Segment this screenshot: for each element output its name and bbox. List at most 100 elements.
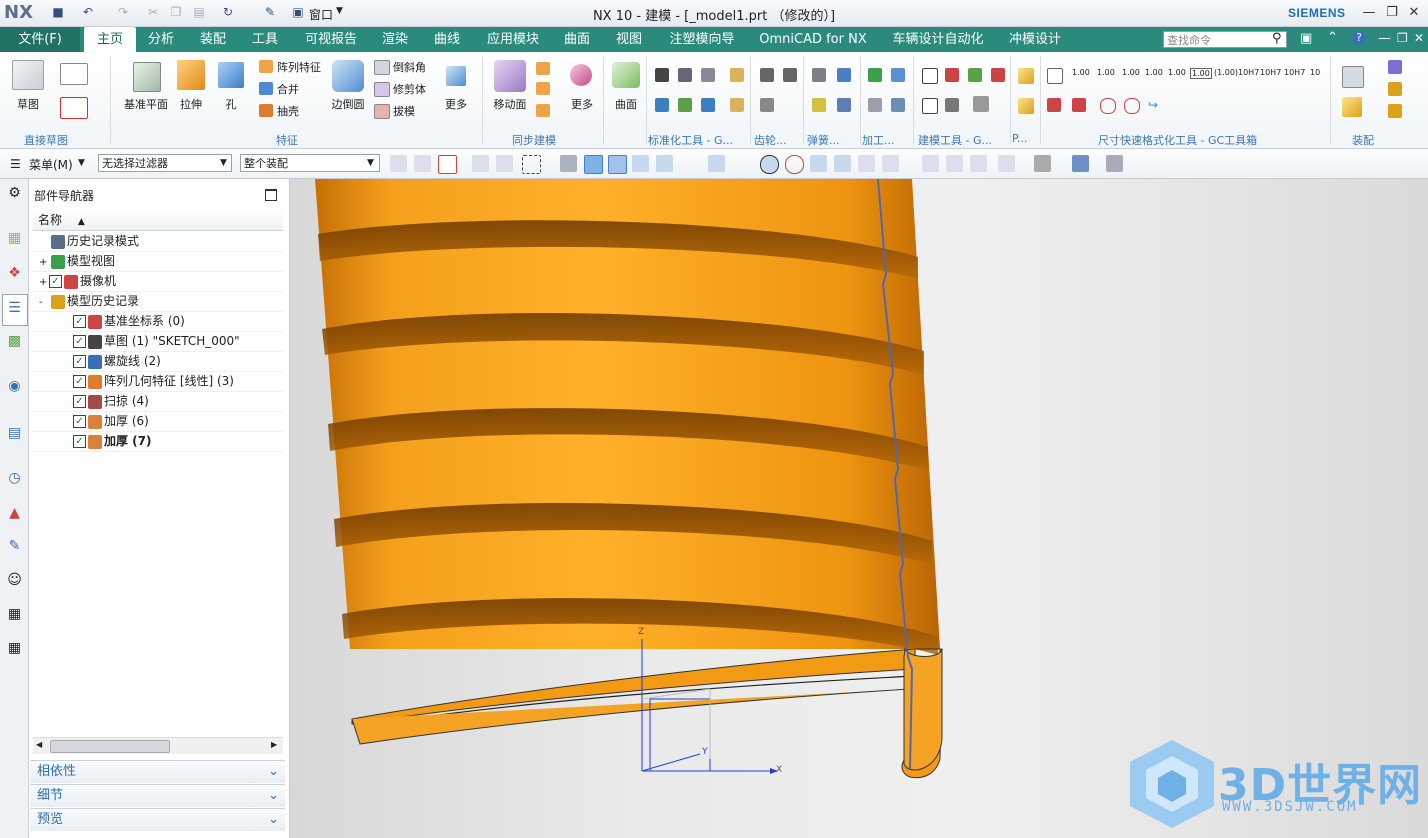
visibility-checkbox[interactable]: ✓ [73,375,86,388]
dim-format-icon[interactable] [1072,98,1086,112]
tree-row[interactable]: ✓ 阵列几何特征 [线性] (3) [33,371,283,392]
move-face-button[interactable]: 移动面 [490,96,530,112]
tab-applications[interactable]: 应用模块 [478,27,548,52]
sketch-button[interactable]: 草图 [8,96,48,112]
more-sync-button[interactable]: 更多 [566,96,598,112]
tab-home[interactable]: 主页 [84,27,136,52]
std-tool-icon[interactable] [678,68,692,82]
edge-blend-icon[interactable] [332,60,364,92]
assembly-tool-icon[interactable] [1388,104,1402,118]
dim-format-icon[interactable] [1047,98,1061,112]
gear-icon[interactable] [760,68,774,82]
spring-icon[interactable] [837,98,851,112]
snap-icon[interactable] [656,155,673,172]
select-tool-icon[interactable] [414,155,431,172]
rectangle-icon[interactable] [60,97,88,119]
scroll-right-icon[interactable]: ▶ [271,740,277,749]
assembly-navigator-icon[interactable]: ▦ [6,230,23,247]
more-features-icon[interactable] [446,66,466,86]
tab-die-design[interactable]: 冲模设计 [1000,27,1070,52]
doc-close-icon[interactable]: ✕ [1414,31,1424,45]
process-studio-icon[interactable]: ▲ [6,505,23,522]
std-tool-icon[interactable] [678,98,692,112]
std-tool-icon[interactable] [701,98,715,112]
snap-icon[interactable] [810,155,827,172]
tab-view[interactable]: 视图 [608,27,650,52]
extrude-icon[interactable] [177,60,205,90]
add-component-icon[interactable] [1342,97,1362,117]
std-tool-icon[interactable] [730,68,744,82]
diameter-icon[interactable] [1124,98,1140,114]
fullscreen-icon[interactable]: ▣ [1300,31,1312,46]
snap-icon[interactable] [608,155,627,174]
build-tool-icon[interactable] [991,68,1005,82]
dim-format-button[interactable]: 1.00 [1097,68,1115,77]
tree-row[interactable]: ✓ 螺旋线 (2) [33,351,283,372]
search-icon[interactable]: ⚲ [1272,31,1282,46]
build-tool-icon[interactable] [945,98,959,112]
sync-tool-icon[interactable] [536,104,550,117]
snap-icon[interactable] [734,155,751,172]
more-features-button[interactable]: 更多 [440,96,472,112]
render-style-icon[interactable] [1106,155,1123,172]
arrow-icon[interactable]: ↪ [1148,98,1162,112]
dim-format-button[interactable]: 10H7 [1260,68,1281,77]
tree-row[interactable]: ✓ 草图 (1) "SKETCH_000" [33,331,283,352]
snap-icon[interactable] [584,155,603,174]
menu-button[interactable]: 菜单(M) [29,156,73,173]
visibility-checkbox[interactable]: ✓ [73,355,86,368]
select-tool-icon[interactable] [496,155,513,172]
visibility-checkbox[interactable]: ✓ [49,275,62,288]
tree-row[interactable]: + ✓ 摄像机 [33,271,283,292]
selection-filter-dropdown[interactable]: 无选择过滤器 [98,154,232,172]
visibility-checkbox[interactable]: ✓ [73,335,86,348]
tab-vehicle-design[interactable]: 车辆设计自动化 [884,27,992,52]
reuse-library-icon[interactable]: ▩ [6,333,23,350]
tree-expander-icon[interactable]: + [39,273,49,293]
tab-mold-wizard[interactable]: 注塑模向导 [660,27,744,52]
graphics-window[interactable]: Z Y X [290,179,1428,838]
close-button[interactable]: ✕ [1405,4,1423,22]
view-tool-icon[interactable] [970,155,987,172]
chevron-down-icon[interactable]: ▼ [367,158,374,168]
details-panel[interactable]: 细节 ⌄ [30,784,285,807]
shell-button[interactable]: 抽壳 [277,103,307,119]
web-browser-icon[interactable]: ◉ [6,378,23,395]
box-select-icon[interactable] [522,155,541,174]
machining-icon[interactable] [868,98,882,112]
view-tool-icon[interactable] [998,155,1015,172]
render-style-icon[interactable] [1034,155,1051,172]
restore-button[interactable]: ❐ [1383,4,1401,22]
command-search-input[interactable]: 查找命令 [1163,31,1287,48]
tree-row[interactable]: 历史记录模式 [33,231,283,252]
tab-assembly[interactable]: 装配 [192,27,234,52]
part-tool-icon[interactable] [1018,98,1034,114]
maximize-icon[interactable] [265,189,277,201]
snap-icon[interactable] [834,155,851,172]
std-tool-icon[interactable] [701,68,715,82]
std-tool-icon[interactable] [655,98,669,112]
surface-icon[interactable] [612,62,640,88]
tree-row[interactable]: - 模型历史记录 [33,291,283,312]
tree-row[interactable]: ✓ 基准坐标系 (0) [33,311,283,332]
palette-icon[interactable]: ▦ [6,606,23,623]
unite-button[interactable]: 合并 [277,81,307,97]
snap-icon[interactable] [858,155,875,172]
sync-tool-icon[interactable] [536,82,550,95]
assembly-icon[interactable] [1342,66,1364,88]
spring-icon[interactable] [812,98,826,112]
select-tool-icon[interactable] [390,155,407,172]
visibility-checkbox[interactable]: ✓ [73,315,86,328]
sync-tool-icon[interactable] [536,62,550,75]
roles-icon[interactable]: ✎ [6,538,23,555]
render-style-icon[interactable] [1072,155,1089,172]
spring-icon[interactable] [812,68,826,82]
select-tool-icon[interactable] [472,155,489,172]
snap-icon[interactable] [560,155,577,172]
spring-icon[interactable] [837,68,851,82]
clock-icon[interactable]: ◷ [6,470,23,487]
column-header[interactable]: 名称 ▲ [33,210,283,231]
more-sync-icon[interactable] [570,64,592,86]
build-tool-icon[interactable] [945,68,959,82]
dim-format-button[interactable]: (1.00) [1214,68,1238,77]
